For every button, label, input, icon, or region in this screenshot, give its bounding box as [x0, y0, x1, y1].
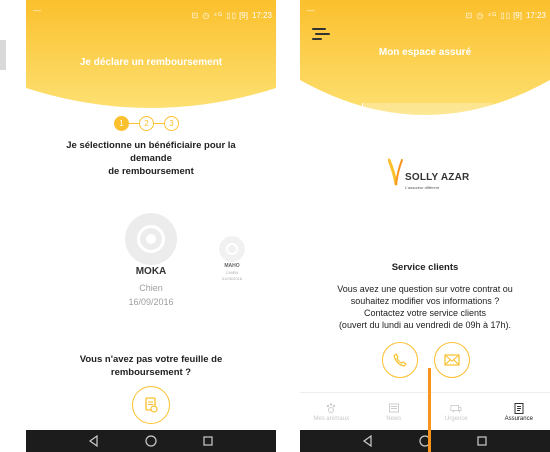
- tab-urgence[interactable]: Urgence: [425, 393, 488, 430]
- tab-mes-animaux[interactable]: Mes animaux: [300, 393, 363, 430]
- solly-azar-logo: SOLLY AZAR L'assureur différent: [388, 158, 483, 194]
- status-icons: ⊡ ◷ ⁴ᴳ ▯▯: [465, 10, 512, 20]
- reimbursement-screen: — ⊡ ◷ ⁴ᴳ ▯▯ [9] 17:23 Je déclare un remb…: [26, 0, 276, 452]
- service-line: Vous avez une question sur votre contrat…: [337, 284, 513, 294]
- question-line: remboursement ?: [110, 367, 192, 378]
- status-time: 17:23: [251, 10, 272, 20]
- android-nav-bar: [26, 430, 276, 452]
- tab-label: Urgence: [444, 415, 468, 422]
- tab-label: Assurance: [504, 415, 533, 422]
- page-title: Mon espace assuré: [378, 47, 472, 58]
- beneficiary-avatar-moka[interactable]: [125, 213, 177, 265]
- beneficiary-avatar-maho[interactable]: [219, 236, 245, 262]
- status-time: 17:23: [525, 10, 546, 20]
- tab-label: News: [386, 415, 402, 422]
- news-icon: [388, 402, 400, 414]
- step-connector: [154, 123, 164, 124]
- beneficiary-name: MAHO: [224, 263, 240, 269]
- status-bar: ⊡ ◷ ⁴ᴳ ▯▯ [9] 17:23: [300, 0, 550, 30]
- beneficiary-species: CHIEN: [225, 270, 239, 275]
- step-3: 3: [164, 116, 179, 131]
- logo-text: SOLLY AZAR: [405, 172, 470, 183]
- tab-assurance[interactable]: Assurance: [488, 393, 550, 430]
- service-clients-title: Service clients: [391, 262, 459, 273]
- no-sheet-question: Vous n'avez pas votre feuille de rembour…: [40, 353, 262, 379]
- paw-icon: [226, 243, 238, 255]
- background-window-edge: [0, 40, 6, 70]
- phone-icon: [393, 353, 407, 367]
- document-icon: [145, 397, 158, 413]
- back-icon: [89, 435, 98, 447]
- logo-tagline: L'assureur différent: [405, 185, 440, 190]
- recents-icon: [203, 436, 213, 446]
- stepper: 1 2 3: [114, 116, 179, 131]
- step-1: 1: [114, 116, 129, 131]
- back-icon: [363, 435, 372, 447]
- service-line: souhaitez modifier vos informations ?: [350, 296, 500, 306]
- service-line: (ouvert du lundi au vendredi de 09h à 17…: [338, 320, 512, 330]
- recents-button[interactable]: [201, 434, 215, 448]
- back-button[interactable]: [361, 434, 375, 448]
- text-caret: [362, 103, 363, 115]
- home-button[interactable]: [144, 434, 158, 448]
- title-line: de remboursement: [108, 166, 194, 177]
- home-icon: [145, 435, 157, 447]
- call-button[interactable]: [382, 342, 418, 378]
- question-line: Vous n'avez pas votre feuille de: [79, 354, 223, 365]
- menu-icon[interactable]: [312, 27, 330, 41]
- tab-news[interactable]: News: [363, 393, 426, 430]
- tab-label: Mes animaux: [313, 415, 350, 422]
- status-bar: ⊡ ◷ ⁴ᴳ ▯▯ [9] 17:23: [26, 0, 276, 30]
- recents-icon: [477, 436, 487, 446]
- ambulance-icon: [450, 402, 462, 414]
- bottom-tab-bar: Mes animaux News Urgence Assurance: [300, 392, 550, 430]
- step-2: 2: [139, 116, 154, 131]
- back-button[interactable]: [87, 434, 101, 448]
- no-sheet-button[interactable]: [132, 386, 170, 424]
- page-title: Je déclare un remboursement: [79, 57, 223, 68]
- clipboard-icon: [513, 402, 525, 414]
- title-line: demande: [130, 153, 172, 164]
- email-button[interactable]: [434, 342, 470, 378]
- step-connector: [129, 123, 139, 124]
- battery-indicator: [9]: [513, 10, 522, 20]
- insurance-space-screen: — ⊡ ◷ ⁴ᴳ ▯▯ [9] 17:23 Mon espace assuré …: [300, 0, 550, 452]
- status-icons: ⊡ ◷ ⁴ᴳ ▯▯: [191, 10, 238, 20]
- logo-mark-icon: [388, 158, 403, 186]
- mail-icon: [444, 354, 460, 366]
- recents-button[interactable]: [475, 434, 489, 448]
- service-clients-text: Vous avez une question sur votre contrat…: [314, 283, 536, 331]
- beneficiary-date: 16/09/2016: [128, 297, 174, 307]
- service-line: Contactez votre service clients: [363, 308, 487, 318]
- title-line: Je sélectionne un bénéficiaire pour la: [66, 140, 236, 151]
- paw-icon: [325, 402, 337, 414]
- select-beneficiary-title: Je sélectionne un bénéficiaire pour la d…: [40, 139, 262, 178]
- annotation-pointer: [428, 368, 431, 452]
- beneficiary-name: MOKA: [135, 266, 167, 277]
- android-nav-bar: [300, 430, 550, 452]
- beneficiary-species: Chien: [139, 283, 163, 293]
- beneficiary-date: 01/05/2016: [221, 276, 243, 281]
- battery-indicator: [9]: [239, 10, 248, 20]
- search-input[interactable]: [362, 103, 492, 121]
- paw-icon: [137, 225, 165, 253]
